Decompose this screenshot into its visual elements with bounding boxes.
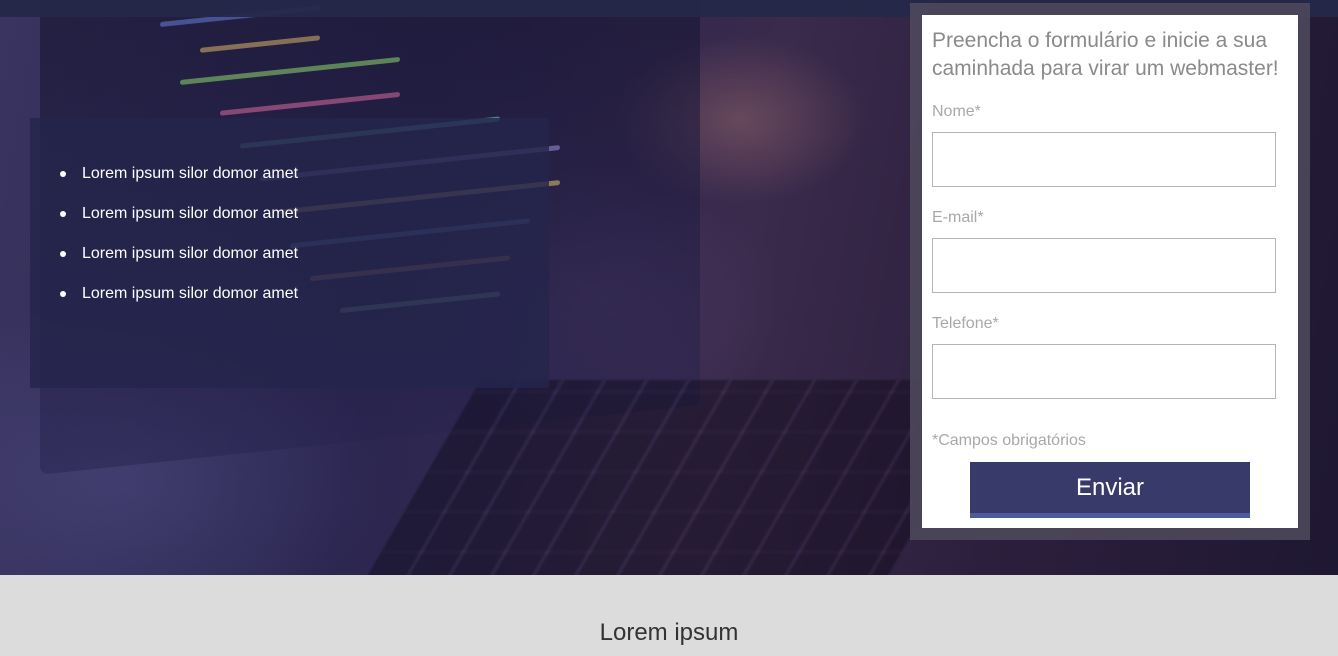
email-field[interactable]: [932, 238, 1276, 293]
code-line: [200, 35, 320, 53]
bullet-icon: [60, 251, 66, 257]
feature-text: Lorem ipsum silor domor amet: [82, 165, 299, 182]
bullet-icon: [60, 291, 66, 297]
feature-text: Lorem ipsum silor domor amet: [82, 245, 299, 262]
feature-item: Lorem ipsum silor domor amet: [60, 245, 549, 285]
features-list: Lorem ipsum silor domor amet Lorem ipsum…: [30, 118, 549, 325]
bullet-icon: [60, 171, 66, 177]
signup-form-frame: Preencha o formulário e inicie a sua cam…: [910, 3, 1310, 540]
feature-item: Lorem ipsum silor domor amet: [60, 165, 549, 205]
form-heading: Preencha o formulário e inicie a sua cam…: [932, 27, 1294, 83]
name-field[interactable]: [932, 132, 1276, 187]
code-line: [180, 56, 400, 85]
phone-label: Telefone*: [932, 315, 999, 332]
feature-item: Lorem ipsum silor domor amet: [60, 285, 549, 325]
feature-text: Lorem ipsum silor domor amet: [82, 205, 299, 222]
feature-text: Lorem ipsum silor domor amet: [82, 285, 299, 302]
features-panel: Lorem ipsum silor domor amet Lorem ipsum…: [30, 118, 549, 388]
name-label: Nome*: [932, 103, 981, 120]
feature-item: Lorem ipsum silor domor amet: [60, 205, 549, 245]
email-label: E-mail*: [932, 209, 984, 226]
required-fields-note: *Campos obrigatórios: [932, 432, 1086, 449]
form-heading-line: caminhada para virar um webmaster!: [932, 57, 1279, 80]
bullet-icon: [60, 211, 66, 217]
code-line: [220, 91, 400, 116]
signup-form: Preencha o formulário e inicie a sua cam…: [922, 15, 1298, 528]
phone-field[interactable]: [932, 344, 1276, 399]
section-title: Lorem ipsum: [599, 619, 739, 646]
submit-button[interactable]: Enviar: [970, 462, 1250, 518]
next-section: Lorem ipsum: [0, 575, 1338, 656]
form-heading-line: Preencha o formulário e inicie a sua: [932, 29, 1268, 52]
